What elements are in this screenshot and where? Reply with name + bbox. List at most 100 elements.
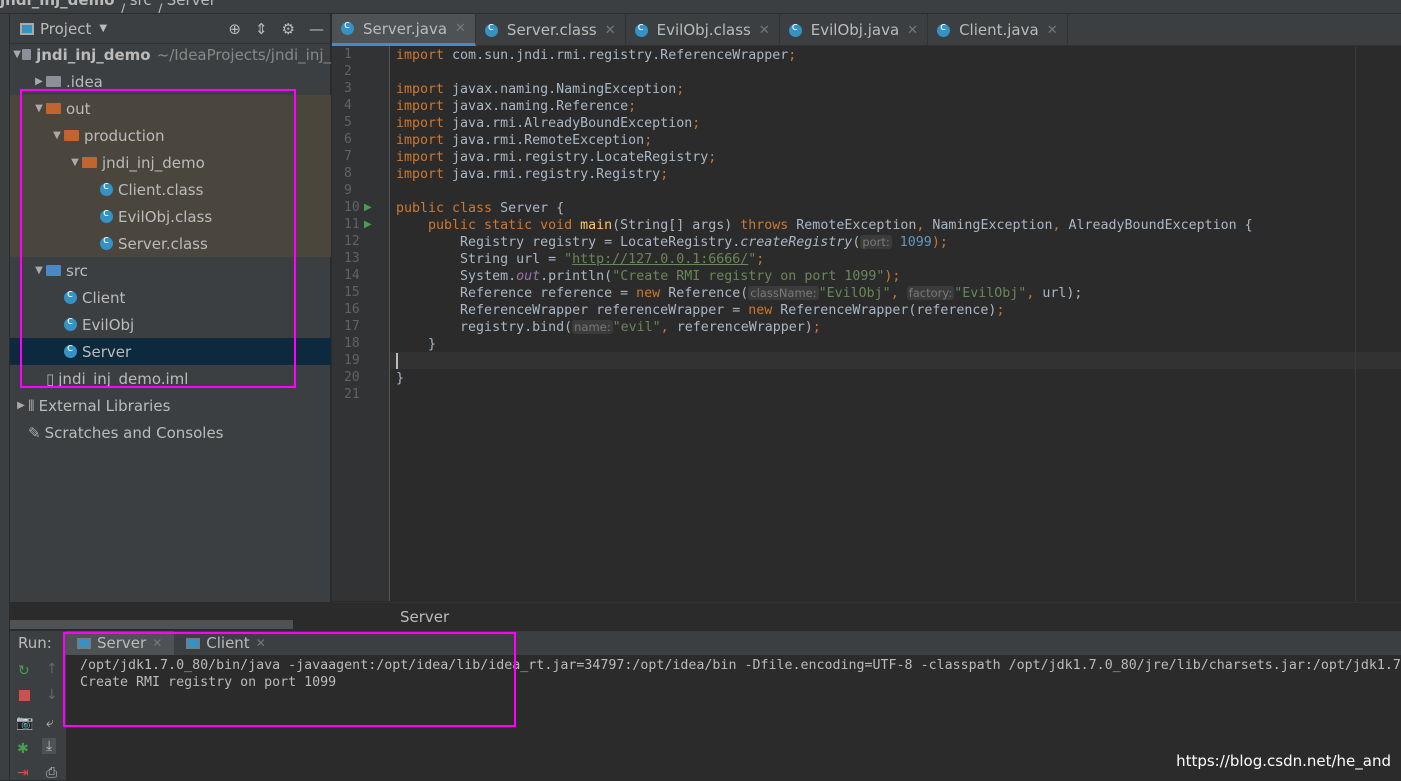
code-token: Reference( (668, 286, 749, 301)
code-token: import (396, 48, 453, 63)
collapse-all-icon[interactable]: ⇕ (255, 20, 268, 38)
code-line: registry.bind(name: "evil", referenceWrap… (396, 319, 821, 336)
line-number: 13 (344, 251, 360, 266)
tree-item-label: External Libraries (38, 396, 171, 415)
code-line: import javax.naming.Reference; (396, 98, 636, 115)
code-token: String url = (396, 252, 565, 267)
navigation-breadcrumb: jndi_inj_demo/ src/ Server (0, 0, 1401, 14)
line-number: 7 (344, 149, 352, 164)
project-view-icon (20, 22, 34, 35)
code-token: ; (660, 167, 669, 182)
tab-label: Client.java (959, 21, 1039, 39)
right-margin-guide (1355, 46, 1356, 601)
tree-item[interactable]: ▶ ⦀ External Libraries (10, 392, 331, 419)
code-token: new (748, 303, 781, 318)
expanded-arrow-icon[interactable]: ▼ (13, 49, 22, 60)
project-path: ~/IdeaProjects/jndi_inj_ (156, 45, 332, 64)
line-number: 5 (344, 115, 352, 130)
parameter-hint: port: (860, 235, 892, 249)
line-number: 9 (344, 183, 352, 198)
line-number: 16 (344, 302, 360, 317)
editor-tab[interactable]: Client.java ✕ (928, 14, 1068, 46)
rerun-icon[interactable]: ↻ (18, 663, 30, 679)
breadcrumb-item[interactable]: src (130, 0, 152, 9)
code-token: referenceWrapper) (676, 320, 813, 335)
tab-label: EvilObj.java (810, 21, 900, 39)
close-icon[interactable]: ✕ (759, 23, 770, 38)
code-token: AlreadyBoundException { (1068, 218, 1253, 233)
collapsed-arrow-icon[interactable]: ▶ (14, 400, 28, 411)
stop-icon[interactable] (19, 690, 30, 701)
scroll-to-end-icon[interactable]: ⤓ (42, 738, 57, 754)
code-token: "evil" (612, 320, 661, 335)
code-token: ; (996, 303, 1005, 318)
parameter-hint: name: (572, 320, 613, 334)
debug-icon[interactable]: ✱ (17, 741, 29, 757)
up-arrow-icon[interactable]: ↑ (46, 661, 58, 677)
code-token: import (396, 99, 453, 114)
code-token: "Create RMI registry on port 1099" (612, 269, 885, 284)
code-token: url); (1042, 286, 1083, 301)
tab-label: Server.class (506, 21, 597, 39)
code-token: (String[] args) (612, 218, 741, 233)
close-icon[interactable]: ✕ (605, 23, 616, 38)
scratch-icon: ✎ (28, 423, 41, 442)
tab-label: Server.java (363, 19, 448, 38)
code-editor[interactable]: import com.sun.jndi.rmi.registry.Referen… (390, 46, 1401, 601)
gear-icon[interactable]: ⚙ (282, 20, 295, 38)
minimize-icon[interactable]: — (309, 20, 324, 38)
library-icon: ⦀ (28, 396, 35, 415)
chevron-down-icon[interactable]: ▼ (99, 23, 107, 34)
camera-icon[interactable]: 📷 (16, 715, 33, 731)
code-token: ; (756, 252, 765, 267)
close-icon[interactable]: ✕ (1047, 23, 1058, 38)
run-gutter-icon[interactable]: ▶ (364, 219, 372, 230)
line-number: 6 (344, 132, 352, 147)
close-icon[interactable]: ✕ (907, 23, 918, 38)
tree-item-label: .idea (66, 72, 103, 91)
project-view-selector[interactable]: Project (40, 20, 91, 38)
breadcrumb-item[interactable]: jndi_inj_demo (0, 0, 115, 9)
soft-wrap-icon[interactable]: ⤶ (46, 715, 54, 731)
tree-item[interactable]: ✎ Scratches and Consoles (10, 419, 331, 446)
down-arrow-icon[interactable]: ↓ (46, 687, 58, 703)
folder-icon (21, 49, 32, 60)
code-token: new (636, 286, 669, 301)
tree-item-label: Scratches and Consoles (44, 423, 224, 442)
code-token: main (580, 218, 613, 233)
line-number: 2 (344, 64, 352, 79)
code-line: Registry registry = LocateRegistry.creat… (396, 234, 948, 251)
code-token: ; (788, 48, 797, 63)
horizontal-scrollbar[interactable] (10, 620, 293, 629)
current-line (390, 352, 1401, 369)
editor-breadcrumb[interactable]: Server (332, 602, 1401, 630)
line-number: 10 (344, 200, 360, 215)
line-gutter: 1 2 3 4 5 6 7 8 9 10 ▶ 11 ▶ 12 13 14 15 16 17 18 19 20 21 (332, 46, 390, 601)
editor-tab[interactable]: EvilObj.java ✕ (780, 14, 929, 46)
code-token: com.sun.jndi.rmi.registry.ReferenceWrapp… (452, 48, 789, 63)
editor-tab[interactable]: Server.class ✕ (476, 14, 626, 46)
line-number: 21 (344, 387, 360, 402)
breadcrumb-item[interactable]: Server (167, 0, 216, 9)
parameter-hint: className: (748, 286, 819, 300)
code-line: System.out.println("Create RMI registry … (396, 268, 900, 285)
crosshair-icon[interactable]: ⊕ (228, 20, 241, 38)
code-line (396, 353, 398, 370)
close-icon[interactable]: ✕ (455, 21, 466, 36)
code-line: } (396, 370, 404, 387)
code-token: java.rmi.registry.LocateRegistry (452, 150, 709, 165)
code-token: ); (884, 269, 901, 284)
java-class-icon (937, 20, 951, 37)
code-token: createRegistry (740, 235, 853, 250)
collapsed-arrow-icon[interactable]: ▶ (32, 76, 46, 87)
editor-tab[interactable]: EvilObj.class ✕ (626, 14, 780, 46)
project-panel: Project ▼ ⊕ ⇕ ⚙ — ▼ jndi_inj_demo ~/IdeaPr… (10, 14, 331, 602)
print-icon[interactable]: ⎙ (46, 765, 57, 781)
code-token: NamingException (932, 218, 1053, 233)
exit-icon[interactable]: ⇥ (17, 765, 29, 781)
line-number: 19 (344, 353, 360, 368)
code-token: } (396, 371, 405, 386)
tree-item[interactable]: ▼ jndi_inj_demo ~/IdeaProjects/jndi_inj_ (10, 41, 331, 68)
run-gutter-icon[interactable]: ▶ (364, 202, 372, 213)
editor-tab[interactable]: Server.java ✕ (332, 14, 476, 46)
